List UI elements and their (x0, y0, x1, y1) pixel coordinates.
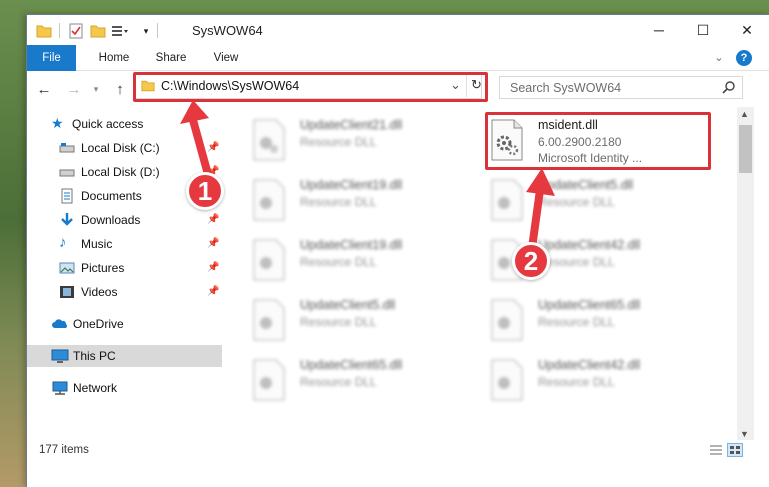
step-marker-2: 2 (512, 242, 550, 280)
arrow-2 (528, 186, 544, 252)
step-marker-1: 1 (186, 172, 224, 210)
arrow-1 (189, 116, 213, 182)
arrow-1-head (180, 100, 209, 124)
annotation-arrows (180, 100, 555, 252)
arrow-2-head (526, 168, 555, 196)
